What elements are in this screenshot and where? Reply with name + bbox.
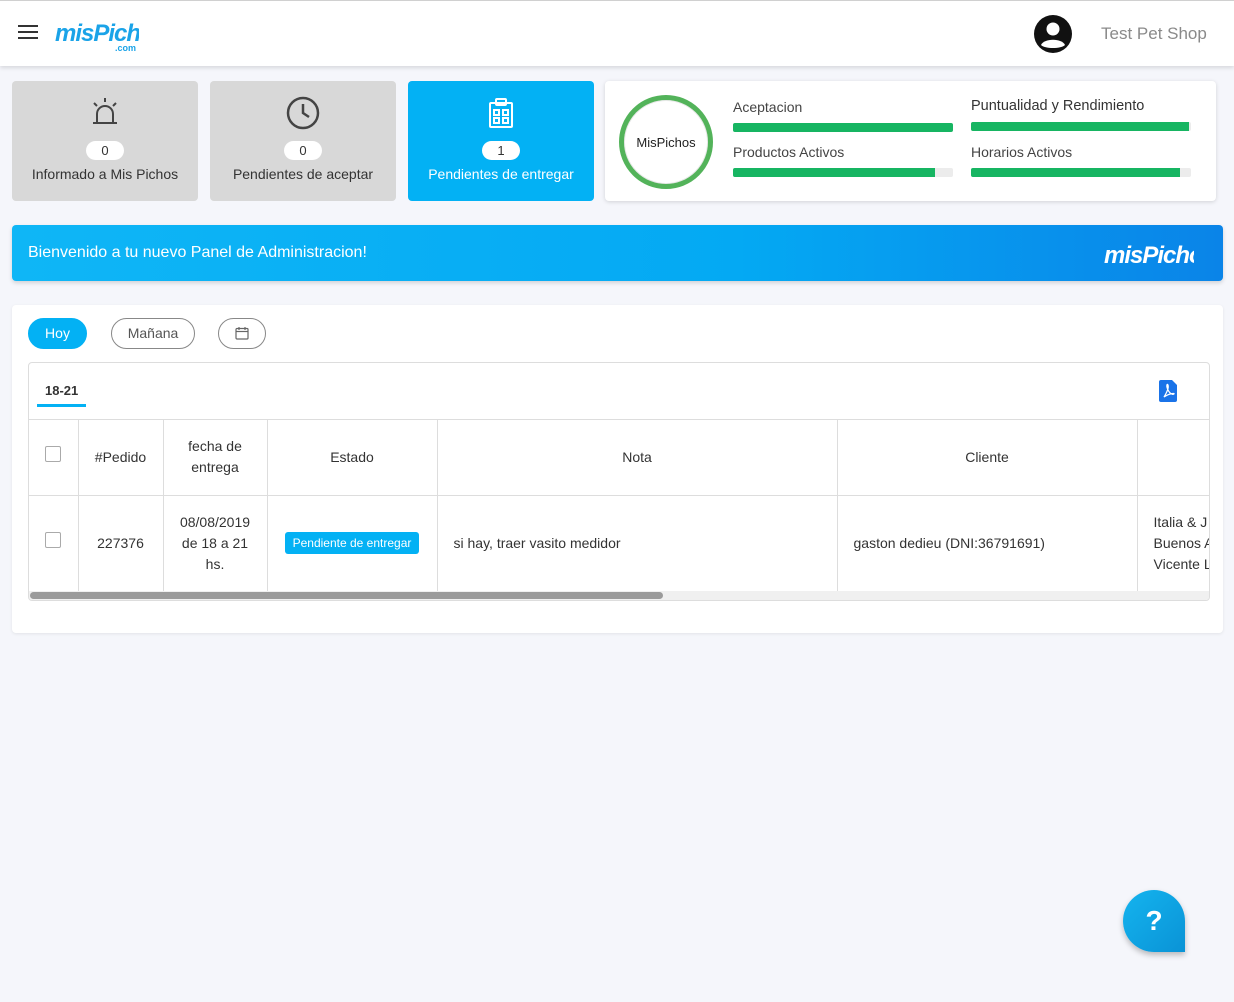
- metric-label: Aceptacion: [733, 99, 803, 115]
- progress-bar: [733, 168, 953, 177]
- progress-bar: [971, 168, 1191, 177]
- select-all-cell: [29, 420, 79, 496]
- count-badge: 1: [482, 141, 520, 160]
- scrollbar-thumb[interactable]: [30, 592, 663, 599]
- progress-fill: [733, 168, 936, 177]
- column-header-fecha[interactable]: fecha de entrega: [163, 420, 268, 496]
- clipboard-icon: [483, 95, 519, 131]
- top-bar: misPichos .com Test Pet Shop: [0, 0, 1234, 66]
- stat-label: Pendientes de aceptar: [232, 166, 374, 182]
- performance-metrics-card: MisPichos Aceptacion Puntualidad y Rendi…: [605, 81, 1216, 201]
- column-header-pedido[interactable]: #Pedido: [78, 420, 164, 496]
- time-slot-tabs: 18-21: [29, 363, 1209, 420]
- stat-card-pendientes-entregar[interactable]: 1 Pendientes de entregar: [408, 81, 594, 201]
- horizontal-scrollbar[interactable]: [29, 591, 1209, 600]
- user-account-icon[interactable]: [1034, 15, 1072, 53]
- orders-table-container: 18-21 #Pedido fecha de entrega Estado No…: [28, 362, 1210, 601]
- stat-card-informado[interactable]: 0 Informado a Mis Pichos: [12, 81, 198, 201]
- progress-bar: [733, 123, 953, 132]
- progress-fill: [971, 122, 1189, 131]
- ring-label: MisPichos: [636, 134, 696, 150]
- column-header-direccion: [1137, 420, 1209, 496]
- date-picker-button[interactable]: [218, 318, 266, 349]
- table-header-row: #Pedido fecha de entrega Estado Nota Cli…: [29, 420, 1209, 496]
- metric-puntualidad: Puntualidad y Rendimiento: [971, 98, 1193, 131]
- row-select-cell: [29, 495, 79, 592]
- help-button[interactable]: ?: [1123, 890, 1185, 952]
- clock-icon: [285, 95, 321, 131]
- metric-label: Horarios Activos: [971, 144, 1073, 160]
- orders-panel: Hoy Mañana 18-21 #Pedido fecha de entreg…: [12, 305, 1223, 633]
- delivery-date: 08/08/2019 de 18 a 21 hs.: [163, 495, 268, 592]
- progress-fill: [971, 168, 1180, 177]
- score-ring: MisPichos: [619, 95, 713, 189]
- metric-productos-activos: Productos Activos: [733, 144, 955, 177]
- orders-table: #Pedido fecha de entrega Estado Nota Cli…: [29, 420, 1209, 592]
- shop-name[interactable]: Test Pet Shop: [1101, 24, 1207, 44]
- welcome-text: Bienvenido a tu nuevo Panel de Administr…: [28, 244, 367, 261]
- client-address: Italia & J Buenos A Vicente L: [1137, 495, 1209, 592]
- column-header-cliente[interactable]: Cliente: [837, 420, 1138, 496]
- svg-text:.com: .com: [115, 43, 136, 53]
- stat-card-pendientes-aceptar[interactable]: 0 Pendientes de aceptar: [210, 81, 396, 201]
- order-note: si hay, traer vasito medidor: [437, 495, 838, 592]
- metric-label: Productos Activos: [733, 144, 845, 160]
- siren-icon: [87, 95, 123, 131]
- count-badge: 0: [86, 141, 124, 160]
- count-badge: 0: [284, 141, 322, 160]
- column-header-nota[interactable]: Nota: [437, 420, 838, 496]
- welcome-banner: Bienvenido a tu nuevo Panel de Administr…: [12, 225, 1223, 281]
- metric-label: Puntualidad y Rendimiento: [971, 98, 1145, 114]
- menu-icon[interactable]: [18, 25, 38, 41]
- pdf-export-icon[interactable]: [1159, 380, 1179, 402]
- filter-today-button[interactable]: Hoy: [28, 318, 87, 349]
- column-header-estado[interactable]: Estado: [267, 420, 438, 496]
- table-row[interactable]: 227376 08/08/2019 de 18 a 21 hs. Pendien…: [29, 495, 1209, 592]
- tab-18-21[interactable]: 18-21: [37, 383, 87, 407]
- banner-logo: misPichos: [1104, 233, 1217, 275]
- mispichos-logo[interactable]: misPichos .com: [55, 11, 168, 55]
- status-badge: Pendiente de entregar: [284, 532, 420, 554]
- calendar-icon: [235, 327, 249, 340]
- progress-fill: [733, 123, 953, 132]
- progress-bar: [971, 122, 1191, 131]
- row-checkbox[interactable]: [45, 532, 62, 548]
- stat-label: Pendientes de entregar: [428, 166, 574, 182]
- client-name: gaston dedieu (DNI:36791691): [837, 495, 1138, 592]
- svg-text:misPichos: misPichos: [1104, 242, 1194, 269]
- stat-label: Informado a Mis Pichos: [31, 166, 179, 182]
- filter-tomorrow-button[interactable]: Mañana: [111, 318, 195, 349]
- metric-horarios-activos: Horarios Activos: [971, 144, 1193, 177]
- status-cell: Pendiente de entregar: [267, 495, 438, 592]
- order-id: 227376: [78, 495, 164, 592]
- metric-aceptacion: Aceptacion: [733, 99, 955, 132]
- select-all-checkbox[interactable]: [45, 446, 62, 463]
